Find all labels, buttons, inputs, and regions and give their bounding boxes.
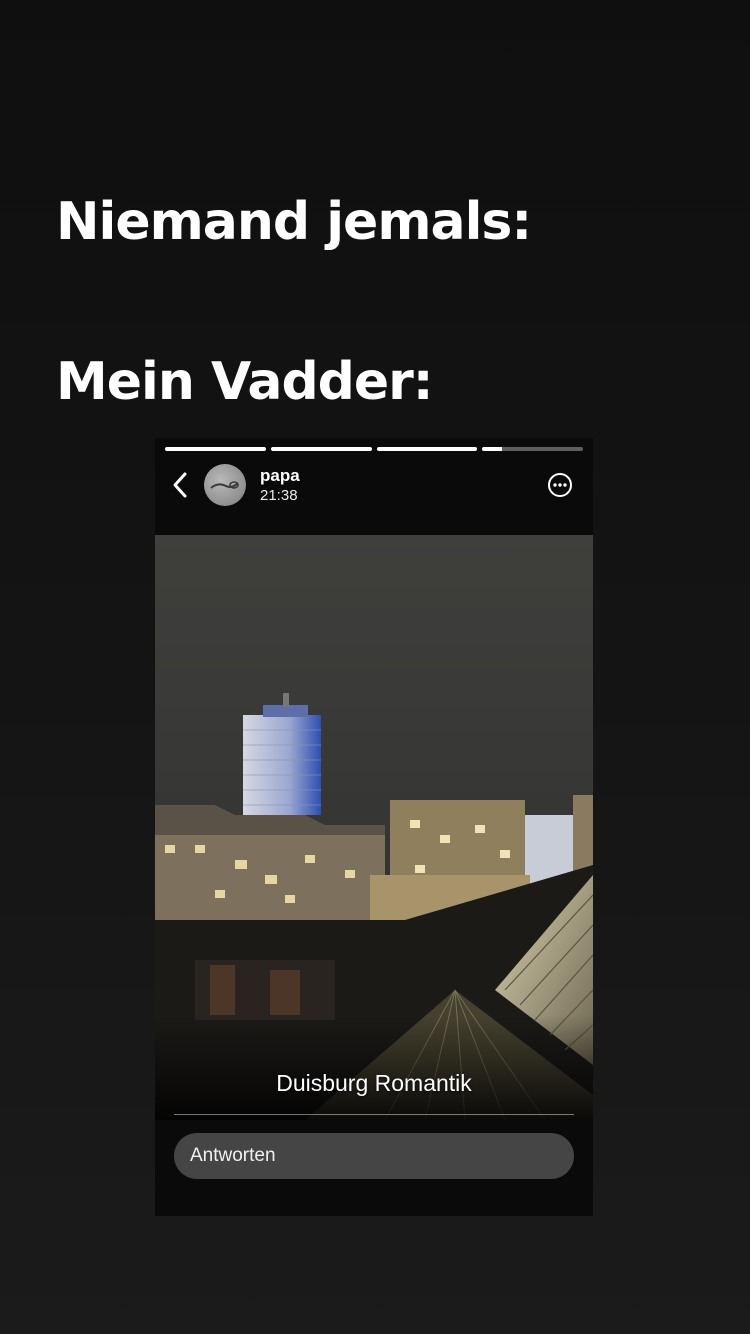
reply-input[interactable]: Antworten <box>174 1133 574 1179</box>
meme-line-2: Mein Vadder: <box>56 352 434 412</box>
progress-segment <box>482 447 583 451</box>
story-timestamp: 21:38 <box>260 487 298 504</box>
caption-divider <box>174 1114 574 1115</box>
story-photo <box>155 535 593 1120</box>
meme-line-1: Niemand jemals: <box>56 192 532 252</box>
chevron-left-icon[interactable] <box>169 470 191 500</box>
avatar[interactable] <box>204 464 246 506</box>
story-caption: Duisburg Romantik <box>276 1070 472 1096</box>
progress-segment <box>376 447 478 451</box>
more-options-icon[interactable] <box>547 472 573 498</box>
story-header: papa 21:38 <box>155 460 593 514</box>
story-screenshot: papa 21:38 Duisburg Romantik Antworten <box>155 438 593 1216</box>
story-username[interactable]: papa <box>260 466 300 486</box>
progress-segment <box>270 447 372 451</box>
progress-segment <box>165 447 266 451</box>
story-progress-bar <box>165 447 583 451</box>
